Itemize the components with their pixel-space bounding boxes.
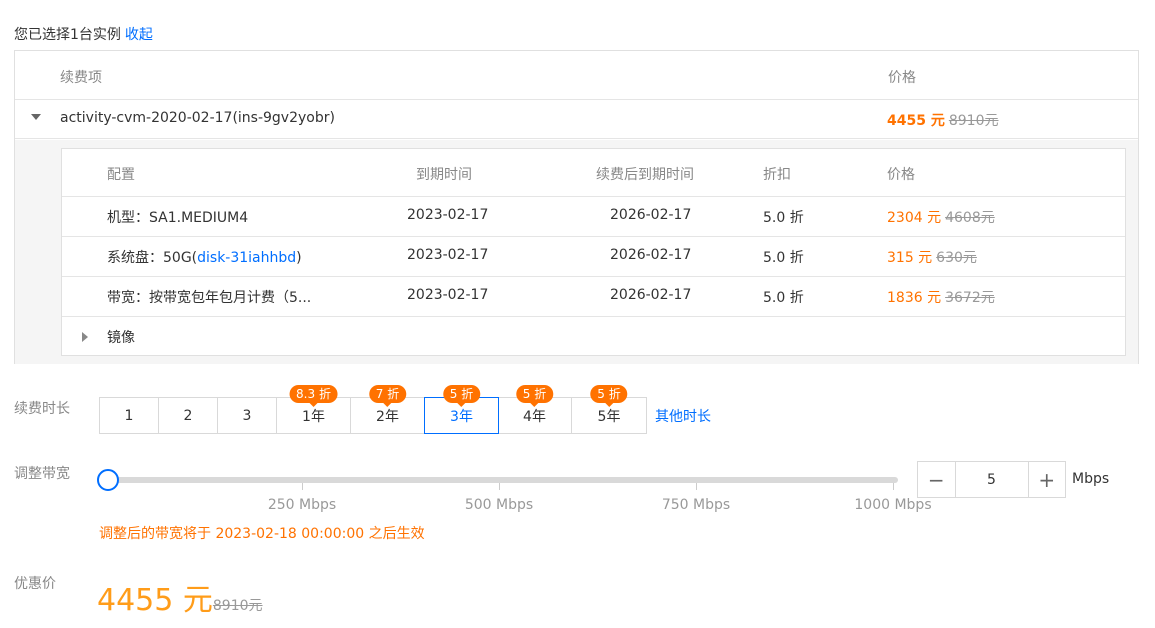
duration-option[interactable]: 5 折 4年 [498, 385, 572, 433]
instance-row[interactable]: activity-cvm-2020-02-17(ins-9gv2yobr) 44… [15, 100, 1138, 139]
instance-detail-area: 配置 到期时间 续费后到期时间 折扣 价格 机型：SA1.MEDIUM4 202… [15, 140, 1138, 364]
row-config: 带宽：按带宽包年包月计费（5... [107, 290, 312, 306]
slider-tick-label: 750 Mbps [661, 497, 731, 513]
duration-option-label: 3年 [450, 408, 473, 425]
renewal-table: 续费项 价格 activity-cvm-2020-02-17(ins-9gv2y… [14, 50, 1139, 364]
collapse-link[interactable]: 收起 [125, 27, 153, 43]
chevron-down-icon[interactable] [31, 114, 41, 120]
instance-price-old: 8910元 [948, 113, 999, 129]
table-row: 系统盘：50G(disk-31iahhbd) 2023-02-17 2026-0… [62, 237, 1125, 277]
selected-instances-line: 您已选择1台实例 收起 [14, 24, 153, 44]
slider-tick [696, 483, 697, 490]
header-discount: 折扣 [763, 167, 791, 183]
instance-price: 4455 元 8910元 [887, 110, 998, 130]
row-expire: 2023-02-17 [407, 287, 489, 303]
bandwidth-label: 调整带宽 [14, 466, 70, 482]
table-row: 带宽：按带宽包年包月计费（5... 2023-02-17 2026-02-17 … [62, 277, 1125, 317]
row-discount: 5.0 折 [763, 250, 804, 266]
disk-link[interactable]: disk-31iahhbd [197, 250, 296, 266]
row-price: 2304 元 4608元 [887, 207, 995, 227]
chevron-right-icon[interactable] [82, 332, 88, 342]
bandwidth-unit: Mbps [1072, 471, 1110, 487]
selected-count-text: 您已选择1台实例 [14, 27, 121, 43]
duration-selector: 1 2 3 8.3 折 1年 7 折 2年 5 折 3年 5 折 4年 5 折 5年 [99, 385, 647, 434]
table-row: 机型：SA1.MEDIUM4 2023-02-17 2026-02-17 5.0… [62, 197, 1125, 237]
duration-option-label: 1 [124, 407, 134, 424]
final-price-old: 8910元 [212, 598, 263, 614]
row-price-now: 2304 元 [887, 210, 942, 226]
row-after-renewal: 2026-02-17 [610, 247, 692, 263]
duration-option-label: 2年 [376, 408, 399, 425]
slider-tick [499, 483, 500, 490]
header-config: 配置 [107, 167, 135, 183]
discount-badge: 5 折 [590, 385, 628, 403]
duration-option[interactable]: 1 [100, 398, 159, 433]
slider-tick [302, 483, 303, 490]
image-row-label: 镜像 [107, 330, 135, 346]
bandwidth-effective-note: 调整后的带宽将于 2023-02-18 00:00:00 之后生效 [99, 526, 425, 542]
discount-badge: 5 折 [515, 385, 554, 403]
header-renewal-item: 续费项 [60, 70, 102, 86]
row-expire: 2023-02-17 [407, 207, 489, 223]
instance-price-now: 4455 元 [887, 113, 945, 129]
renewal-table-header: 续费项 价格 [15, 51, 1138, 100]
slider-tick-label: 500 Mbps [464, 497, 534, 513]
duration-option-label: 1年 [302, 408, 325, 425]
slider-tick-label: 250 Mbps [267, 497, 337, 513]
row-discount: 5.0 折 [763, 210, 804, 226]
discount-badge: 5 折 [442, 385, 481, 403]
duration-option[interactable]: 8.3 折 1年 [277, 385, 351, 433]
row-price-old: 3672元 [945, 290, 995, 306]
final-price-now: 4455 元 [97, 583, 213, 618]
image-row[interactable]: 镜像 [62, 317, 1125, 357]
increase-button[interactable]: + [1029, 462, 1066, 497]
final-price: 4455 元8910元 [97, 575, 263, 619]
discount-price-label: 优惠价 [14, 576, 56, 592]
slider-tick-label: 1000 Mbps [854, 497, 932, 513]
row-price-old: 4608元 [945, 210, 995, 226]
discount-badge: 8.3 折 [289, 385, 338, 403]
duration-option-label: 4年 [523, 408, 546, 425]
duration-option[interactable]: 7 折 2年 [351, 385, 425, 433]
row-config-prefix: 系统盘：50G( [107, 250, 198, 266]
row-price: 315 元 630元 [887, 247, 977, 267]
row-price-old: 630元 [936, 250, 977, 266]
duration-option-label: 2 [183, 407, 193, 424]
discount-badge: 7 折 [368, 385, 407, 403]
row-after-renewal: 2026-02-17 [610, 207, 692, 223]
row-after-renewal: 2026-02-17 [610, 287, 692, 303]
duration-option-label: 5年 [597, 408, 621, 425]
duration-option-label: 3 [242, 407, 252, 424]
row-price-now: 315 元 [887, 250, 933, 266]
row-config: 系统盘：50G(disk-31iahhbd) [107, 247, 302, 267]
duration-option[interactable]: 3 [218, 398, 277, 433]
header-expire: 到期时间 [416, 167, 472, 183]
duration-option[interactable]: 5 折 5年 [572, 385, 646, 433]
duration-label: 续费时长 [14, 401, 70, 417]
instance-detail-table: 配置 到期时间 续费后到期时间 折扣 价格 机型：SA1.MEDIUM4 202… [61, 148, 1126, 356]
row-config: 机型：SA1.MEDIUM4 [107, 210, 249, 226]
duration-option[interactable]: 2 [159, 398, 218, 433]
bandwidth-slider-track[interactable] [108, 477, 898, 483]
other-duration-link[interactable]: 其他时长 [655, 406, 711, 426]
duration-option-selected[interactable]: 5 折 3年 [424, 385, 499, 434]
instance-name: activity-cvm-2020-02-17(ins-9gv2yobr) [60, 110, 335, 126]
header-price: 价格 [888, 70, 916, 86]
row-discount: 5.0 折 [763, 290, 804, 306]
bandwidth-input[interactable]: 5 [954, 462, 1029, 497]
bandwidth-stepper: − 5 + [917, 461, 1066, 498]
detail-table-header: 配置 到期时间 续费后到期时间 折扣 价格 [62, 149, 1125, 197]
row-price: 1836 元 3672元 [887, 287, 995, 307]
row-expire: 2023-02-17 [407, 247, 489, 263]
bandwidth-slider-handle[interactable] [97, 469, 119, 491]
header-price: 价格 [887, 167, 915, 183]
slider-tick [893, 483, 894, 490]
decrease-button[interactable]: − [918, 462, 955, 497]
row-price-now: 1836 元 [887, 290, 942, 306]
header-after-renewal: 续费后到期时间 [596, 167, 694, 183]
row-config-suffix: ) [296, 250, 302, 266]
